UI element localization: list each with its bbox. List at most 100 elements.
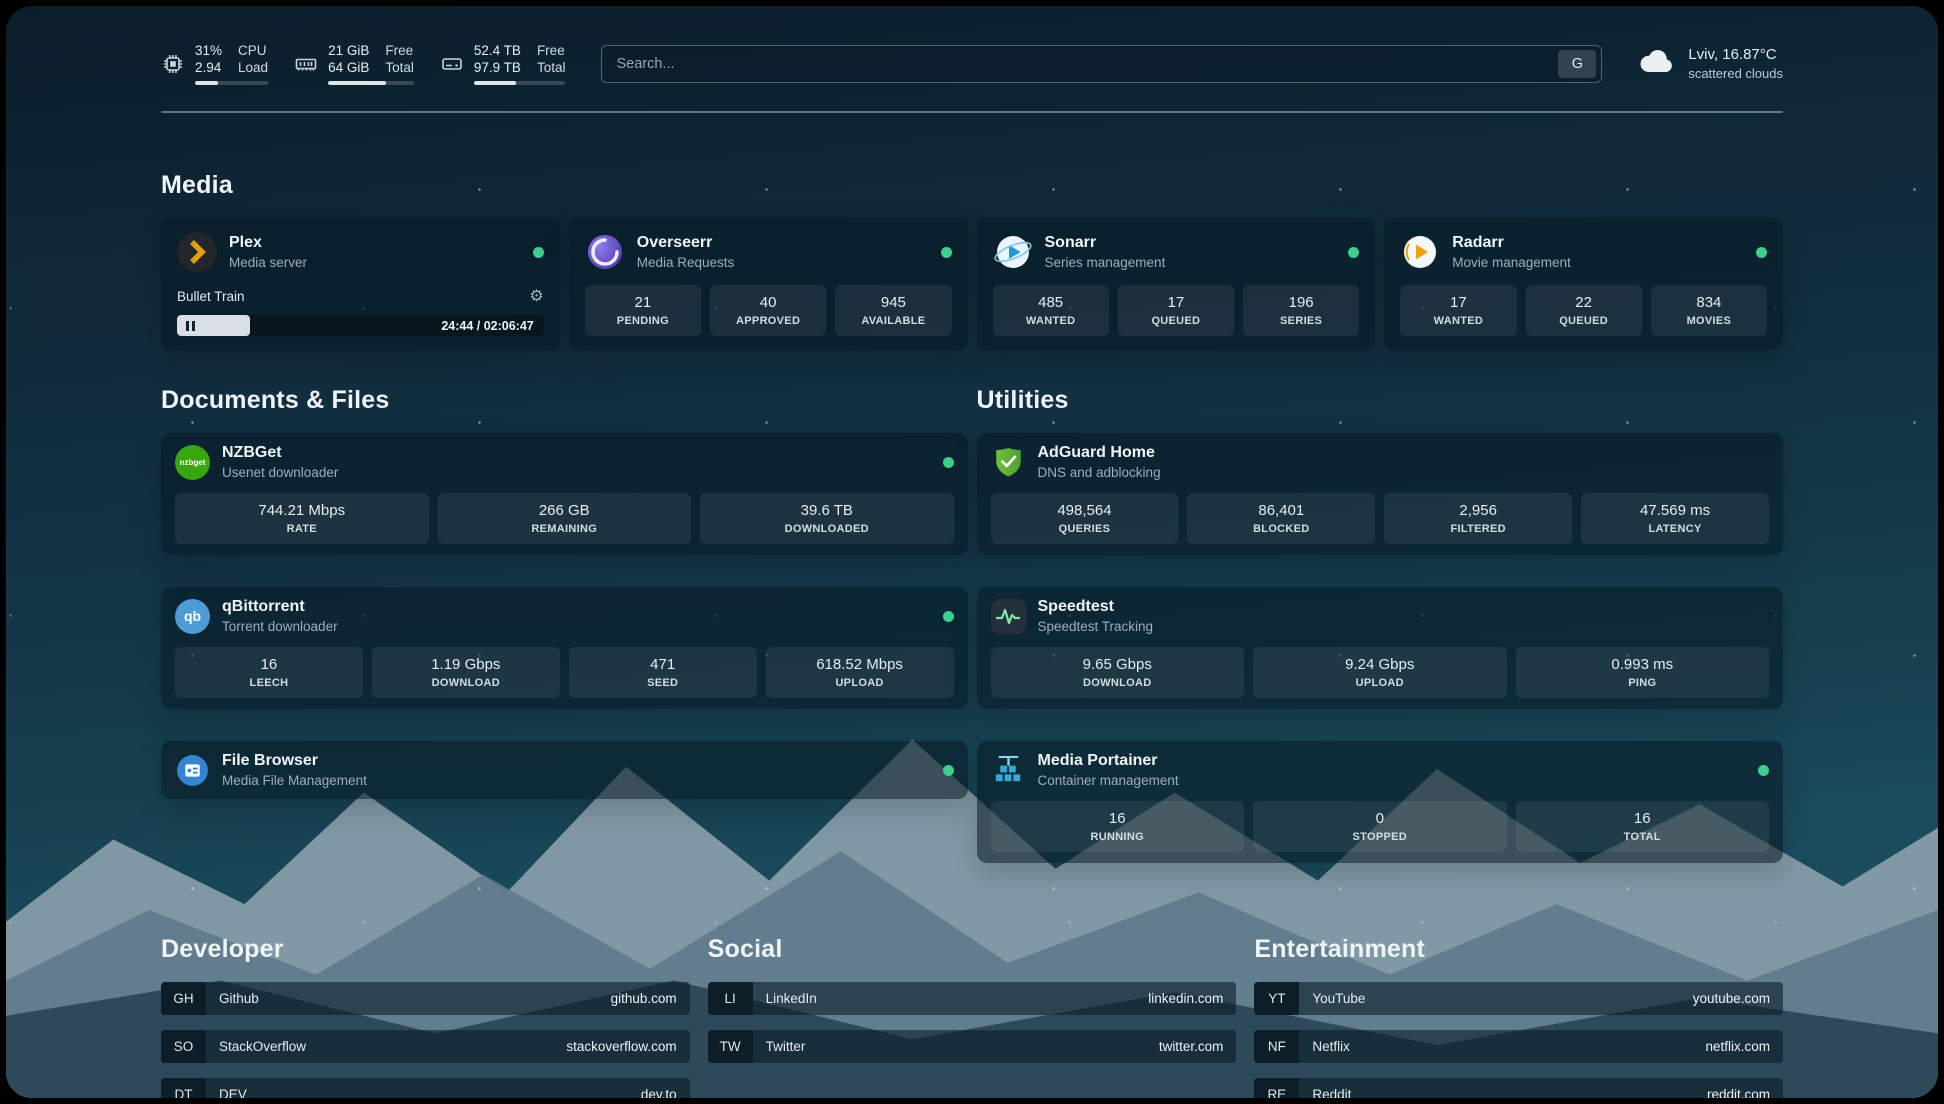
- app-name: Speedtest: [1038, 598, 1154, 616]
- stat-value: 744.21 Mbps: [181, 502, 423, 519]
- app-subtitle: Usenet downloader: [222, 465, 338, 480]
- qbittorrent-icon-text: qb: [184, 608, 201, 624]
- stat-value: 17: [1124, 294, 1228, 311]
- status-dot: [941, 247, 952, 258]
- app-subtitle: Speedtest Tracking: [1038, 619, 1154, 634]
- disk-total-label: Total: [537, 59, 566, 76]
- stat-value: 471: [575, 656, 751, 673]
- weather-location: Lviv, 16.87°C: [1688, 46, 1783, 63]
- app-card-nzbget[interactable]: nzbget NZBGet Usenet downloader 744.21 M…: [161, 433, 968, 555]
- section-title-entertainment: Entertainment: [1254, 935, 1783, 964]
- stat-box: 16 TOTAL: [1516, 801, 1770, 852]
- memory-icon: [294, 52, 318, 76]
- stat-label: WANTED: [1406, 315, 1510, 327]
- adguard-shield-icon: [991, 445, 1026, 480]
- stat-label: SEED: [575, 677, 751, 689]
- stat-label: RATE: [181, 523, 423, 535]
- search-engine-button[interactable]: G: [1558, 50, 1596, 78]
- stat-label: STOPPED: [1259, 831, 1501, 843]
- cpu-chip-icon: [161, 52, 185, 76]
- search-bar[interactable]: G: [601, 45, 1602, 83]
- stat-value: 9.24 Gbps: [1259, 656, 1501, 673]
- app-card-portainer[interactable]: Media Portainer Container management 16 …: [977, 741, 1784, 863]
- bookmark-url: youtube.com: [1693, 991, 1770, 1006]
- app-card-plex[interactable]: Plex Media server Bullet Train ⚙ 24:44 /…: [161, 218, 560, 350]
- bookmark-group-developer: Developer GH Github github.com SO StackO…: [161, 935, 690, 1098]
- bookmark-name: YouTube: [1312, 991, 1365, 1006]
- bookmark-name: Netflix: [1312, 1039, 1350, 1054]
- stat-value: 16: [1522, 810, 1764, 827]
- app-card-speedtest[interactable]: Speedtest Speedtest Tracking 9.65 Gbps D…: [977, 587, 1784, 709]
- section-media: Media Plex Media server: [161, 171, 1783, 350]
- stat-value: 618.52 Mbps: [772, 656, 948, 673]
- stat-label: LATENCY: [1587, 523, 1763, 535]
- plex-icon: [177, 232, 217, 272]
- stat-label: SERIES: [1249, 315, 1353, 327]
- sonarr-icon: [993, 232, 1033, 272]
- settings-gear-icon[interactable]: ⚙: [529, 286, 543, 306]
- app-name: Media Portainer: [1038, 752, 1179, 770]
- stat-value: 21: [591, 294, 695, 311]
- section-title-documents: Documents & Files: [161, 386, 968, 415]
- status-dot: [1756, 247, 1767, 258]
- top-bar: 31% 2.94 CPU Load: [161, 6, 1783, 85]
- overseerr-icon: [585, 232, 625, 272]
- ram-total-label: Total: [385, 59, 414, 76]
- bookmark-twitter[interactable]: TW Twitter twitter.com: [708, 1030, 1237, 1063]
- app-subtitle: Container management: [1038, 773, 1179, 788]
- stat-value: 0: [1259, 810, 1501, 827]
- weather-condition: scattered clouds: [1688, 66, 1783, 81]
- twitter-favicon: TW: [708, 1030, 753, 1063]
- bookmark-url: twitter.com: [1159, 1039, 1224, 1054]
- stat-label: PENDING: [591, 315, 695, 327]
- app-subtitle: DNS and adblocking: [1038, 465, 1161, 480]
- app-card-filebrowser[interactable]: File Browser Media File Management: [161, 741, 968, 799]
- stat-box: 196 SERIES: [1243, 285, 1359, 336]
- bookmark-group-entertainment: Entertainment YT YouTube youtube.com NF …: [1254, 935, 1783, 1098]
- stat-value: 47.569 ms: [1587, 502, 1763, 519]
- hard-drive-icon: [440, 52, 464, 76]
- disk-free-label: Free: [537, 42, 566, 59]
- stat-label: QUEUED: [1532, 315, 1636, 327]
- stat-label: TOTAL: [1522, 831, 1764, 843]
- pause-icon[interactable]: [186, 321, 195, 331]
- nzbget-icon-text: nzbget: [180, 458, 206, 467]
- stat-value: 9.65 Gbps: [997, 656, 1239, 673]
- app-subtitle: Media File Management: [222, 773, 367, 788]
- stat-label: RUNNING: [997, 831, 1239, 843]
- stat-value: 1.19 Gbps: [378, 656, 554, 673]
- stat-value: 945: [841, 294, 945, 311]
- bookmark-linkedin[interactable]: LI LinkedIn linkedin.com: [708, 982, 1237, 1015]
- bookmark-dev[interactable]: DT DEV dev.to: [161, 1078, 690, 1098]
- bookmark-github[interactable]: GH Github github.com: [161, 982, 690, 1015]
- bookmark-youtube[interactable]: YT YouTube youtube.com: [1254, 982, 1783, 1015]
- app-card-sonarr[interactable]: Sonarr Series management 485 WANTED 17 Q…: [977, 218, 1376, 350]
- app-card-qbittorrent[interactable]: qb qBittorrent Torrent downloader 16: [161, 587, 968, 709]
- stat-box: 39.6 TB DOWNLOADED: [700, 493, 954, 544]
- cpu-usage-value: 31%: [195, 42, 222, 59]
- stat-value: 0.993 ms: [1522, 656, 1764, 673]
- bookmark-url: stackoverflow.com: [566, 1039, 676, 1054]
- bookmark-reddit[interactable]: RE Reddit reddit.com: [1254, 1078, 1783, 1098]
- app-subtitle: Series management: [1045, 255, 1166, 270]
- app-card-radarr[interactable]: Radarr Movie management 17 WANTED 22 QUE…: [1384, 218, 1783, 350]
- stat-box: 618.52 Mbps UPLOAD: [766, 647, 954, 698]
- app-subtitle: Torrent downloader: [222, 619, 338, 634]
- stat-box: 2,956 FILTERED: [1384, 493, 1572, 544]
- stat-box: 47.569 ms LATENCY: [1581, 493, 1769, 544]
- app-card-adguard[interactable]: AdGuard Home DNS and adblocking 498,564 …: [977, 433, 1784, 555]
- ram-widget: 21 GiB 64 GiB Free Total: [294, 42, 414, 85]
- stat-label: PING: [1522, 677, 1764, 689]
- disk-progress-fill: [474, 81, 516, 85]
- stat-box: 498,564 QUERIES: [991, 493, 1179, 544]
- cpu-progress-fill: [195, 81, 218, 85]
- bookmark-stackoverflow[interactable]: SO StackOverflow stackoverflow.com: [161, 1030, 690, 1063]
- ram-free-label: Free: [385, 42, 414, 59]
- bookmark-netflix[interactable]: NF Netflix netflix.com: [1254, 1030, 1783, 1063]
- radarr-icon: [1400, 232, 1440, 272]
- app-card-overseerr[interactable]: Overseerr Media Requests 21 PENDING 40 A…: [569, 218, 968, 350]
- stat-box: 16 RUNNING: [991, 801, 1245, 852]
- stat-value: 498,564: [997, 502, 1173, 519]
- search-input[interactable]: [616, 56, 1558, 72]
- plex-progress-bar[interactable]: 24:44 / 02:06:47: [177, 315, 544, 336]
